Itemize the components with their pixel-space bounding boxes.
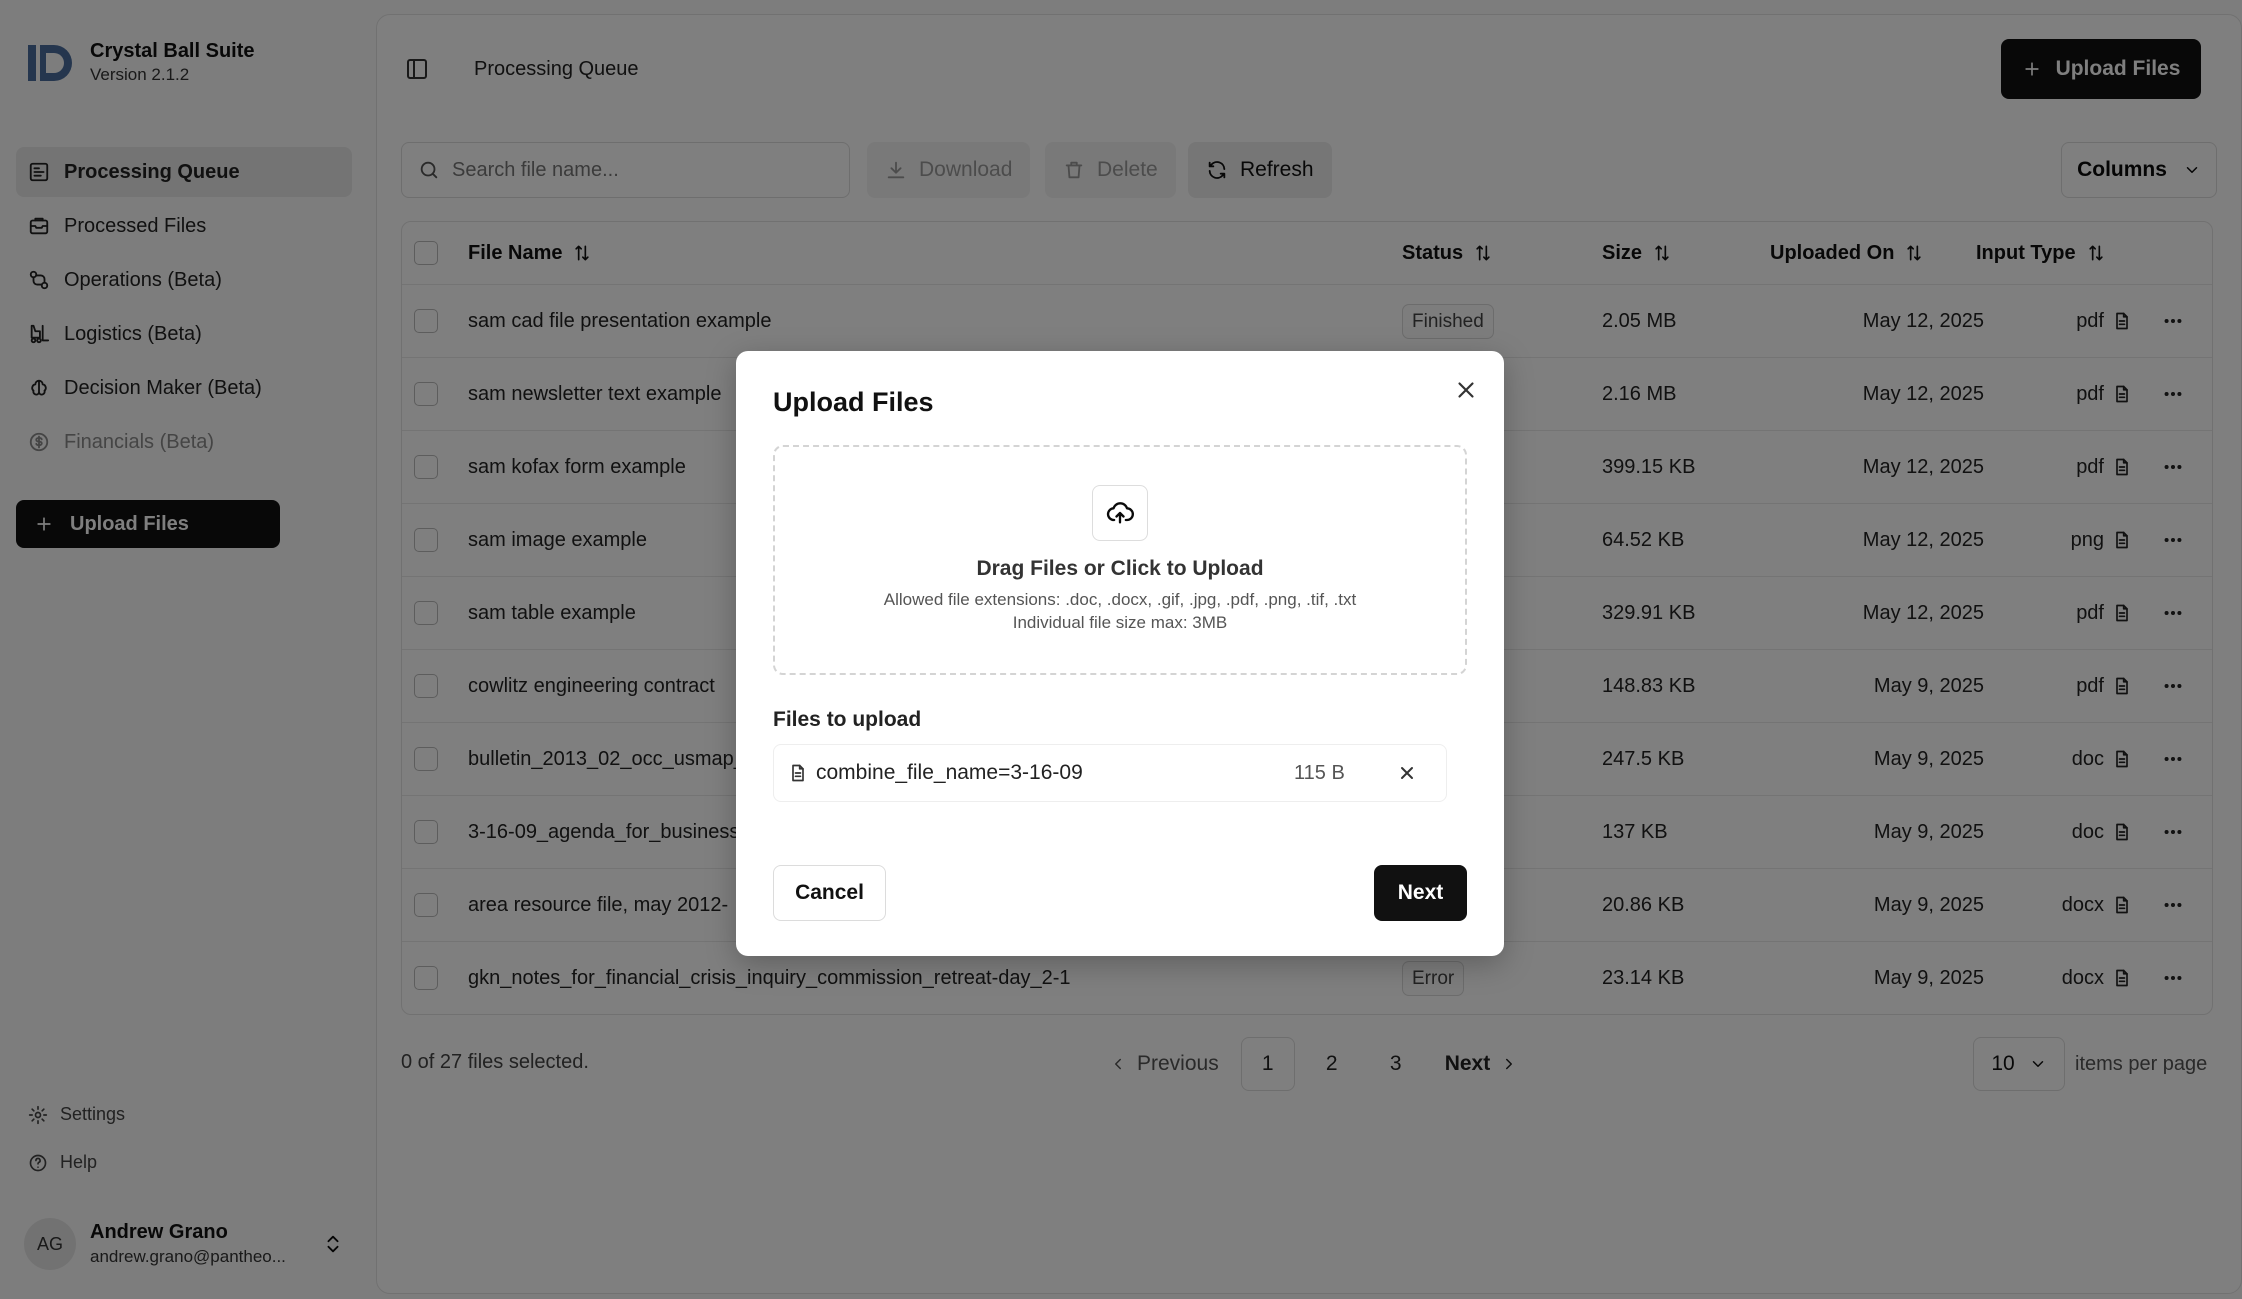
- allowed-extensions-text: Allowed file extensions: .doc, .docx, .g…: [883, 590, 1357, 609]
- upload-files-dialog: Upload Files Drag Files or Click to Uplo…: [736, 351, 1504, 956]
- file-icon: [792, 764, 804, 782]
- cancel-button[interactable]: Cancel: [773, 865, 886, 921]
- files-to-upload-label: Files to upload: [773, 708, 922, 731]
- upload-file-size: 115 B: [1294, 761, 1345, 784]
- cloud-upload-icon: [1106, 502, 1134, 524]
- remove-file-icon[interactable]: [1397, 763, 1417, 783]
- next-button[interactable]: Next: [1374, 865, 1467, 921]
- dropzone-title: Drag Files or Click to Upload: [976, 557, 1264, 580]
- dialog-title: Upload Files: [773, 387, 934, 417]
- upload-icon-box: [1092, 485, 1148, 541]
- upload-file-item: combine_file_name=3-16-09 115 B: [773, 744, 1447, 802]
- file-dropzone[interactable]: Drag Files or Click to Upload Allowed fi…: [773, 445, 1467, 675]
- upload-file-name: combine_file_name=3-16-09: [816, 761, 1083, 784]
- max-size-text: Individual file size max: 3MB: [1012, 612, 1228, 632]
- close-icon[interactable]: [1453, 377, 1479, 403]
